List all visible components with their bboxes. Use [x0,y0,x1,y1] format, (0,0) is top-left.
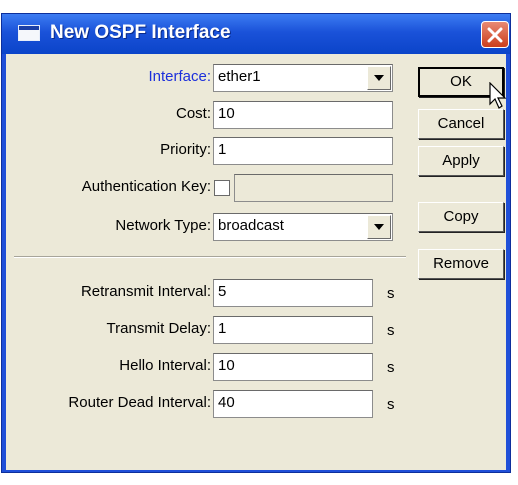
router-dead-interval-unit: s [387,396,395,413]
interface-label: Interface: [148,68,211,85]
apply-button[interactable]: Apply [418,146,504,176]
dialog-body: Interface: ether1 Cost: 10 Priority: 1 A… [6,54,506,470]
auth-key-label: Authentication Key: [81,178,211,195]
separator [14,256,406,258]
network-type-dropdown-icon[interactable] [367,215,391,239]
hello-interval-input[interactable]: 10 [213,353,373,381]
remove-button[interactable]: Remove [418,249,504,279]
priority-input[interactable]: 1 [213,137,393,165]
network-type-value: broadcast [218,217,284,234]
hello-interval-label: Hello Interval: [119,357,211,374]
auth-key-input[interactable] [234,174,393,202]
transmit-delay-label: Transmit Delay: [106,320,211,337]
interface-value: ether1 [218,68,261,85]
window-icon [18,25,40,41]
ospf-interface-dialog: New OSPF Interface Interface: ether1 Cos… [1,13,511,473]
close-icon [487,27,503,43]
transmit-delay-input[interactable]: 1 [213,316,373,344]
interface-dropdown-icon[interactable] [367,66,391,90]
retransmit-interval-label: Retransmit Interval: [80,283,211,300]
retransmit-interval-input[interactable]: 5 [213,279,373,307]
retransmit-interval-value: 5 [218,283,227,300]
close-button[interactable] [481,21,509,48]
cancel-button[interactable]: Cancel [418,109,504,139]
title-bar[interactable]: New OSPF Interface [2,14,510,54]
transmit-delay-unit: s [387,322,395,339]
copy-button[interactable]: Copy [418,202,504,232]
cost-label: Cost: [175,105,211,122]
router-dead-interval-label: Router Dead Interval: [68,394,211,411]
interface-select[interactable]: ether1 [213,64,393,92]
cost-input[interactable]: 10 [213,101,393,129]
router-dead-interval-input[interactable]: 40 [213,390,373,418]
network-type-label: Network Type: [115,217,211,234]
network-type-select[interactable]: broadcast [213,213,393,241]
hello-interval-value: 10 [218,357,235,374]
retransmit-interval-unit: s [387,285,395,302]
priority-label: Priority: [160,141,211,158]
cost-value: 10 [218,105,235,122]
transmit-delay-value: 1 [218,320,227,337]
router-dead-interval-value: 40 [218,394,235,411]
hello-interval-unit: s [387,359,395,376]
priority-value: 1 [218,141,227,158]
mouse-pointer-icon [489,82,507,109]
auth-key-checkbox[interactable] [214,180,230,196]
window-title: New OSPF Interface [50,22,231,43]
